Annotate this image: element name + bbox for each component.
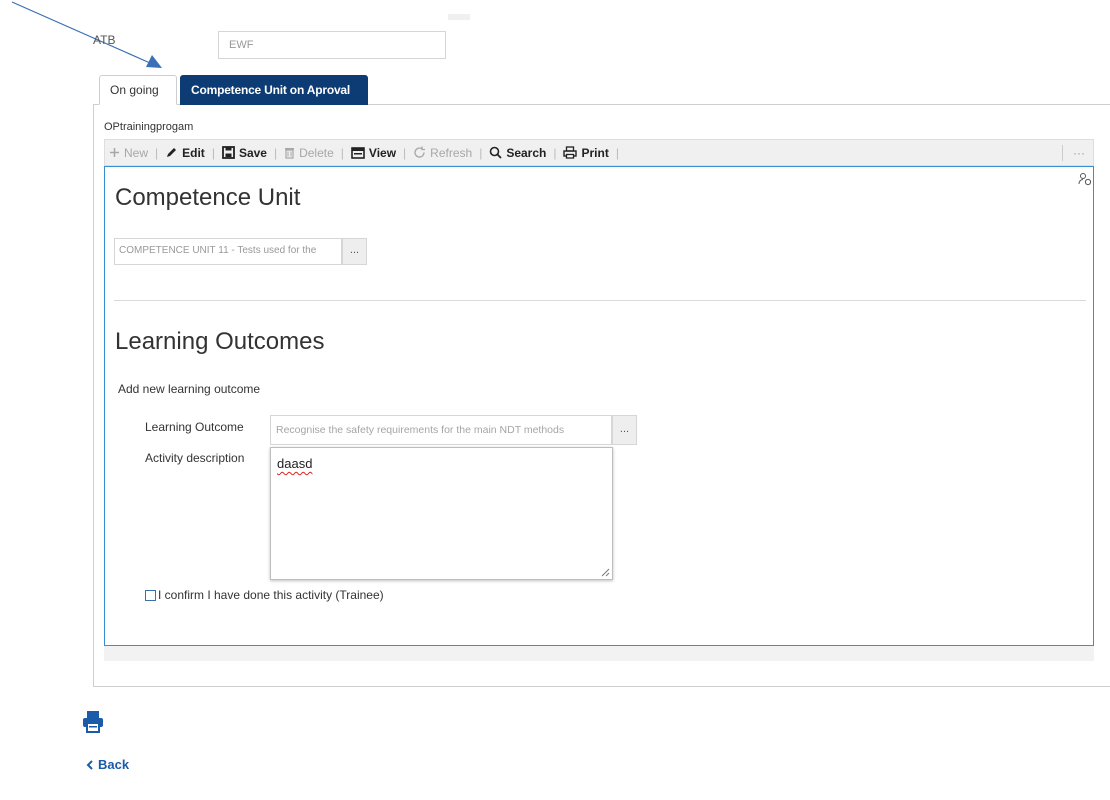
- refresh-button[interactable]: Refresh: [409, 146, 476, 160]
- learning-outcome-field[interactable]: Recognise the safety requirements for th…: [270, 415, 612, 445]
- refresh-label: Refresh: [430, 145, 473, 160]
- floppy-disk-icon: [222, 146, 235, 159]
- section-divider: [114, 300, 1086, 301]
- delete-label: Delete: [299, 145, 334, 160]
- window-icon: [351, 146, 365, 159]
- atb-input[interactable]: EWF: [218, 31, 446, 59]
- plus-icon: [110, 148, 119, 157]
- magnifier-icon: [490, 146, 502, 159]
- confirm-activity-checkbox[interactable]: [145, 589, 156, 601]
- new-label: New: [124, 145, 149, 160]
- toolbar-separator: |: [615, 145, 619, 160]
- learning-outcomes-heading: Learning Outcomes: [115, 328, 325, 355]
- atb-label: ATB: [93, 33, 116, 47]
- user-settings-icon[interactable]: [1078, 172, 1092, 189]
- learning-outcome-lookup-button[interactable]: ...: [612, 415, 637, 445]
- view-label: View: [368, 145, 397, 160]
- activity-description-textarea[interactable]: daasd: [270, 447, 613, 580]
- refresh-icon: [414, 146, 426, 158]
- tab-on-going[interactable]: On going: [99, 75, 177, 105]
- competence-unit-lookup-button[interactable]: ...: [342, 238, 367, 265]
- add-learning-outcome-label: Add new learning outcome: [118, 382, 261, 396]
- edit-label: Edit: [182, 145, 205, 160]
- pencil-icon: [167, 148, 177, 157]
- user-settings-glyph: [1078, 173, 1092, 186]
- toolbar-separator: |: [340, 145, 344, 160]
- competence-unit-heading: Competence Unit: [115, 184, 301, 211]
- back-link[interactable]: Back: [86, 757, 129, 772]
- more-actions-button[interactable]: ···: [1062, 144, 1093, 161]
- confirm-activity-row: I confirm I have done this activity (Tra…: [145, 588, 384, 602]
- panel-footer-bar: [104, 645, 1094, 661]
- toolbar-separator: |: [155, 145, 159, 160]
- tab-competence-unit-on-approval[interactable]: Competence Unit on Aproval: [180, 75, 368, 105]
- printer-icon: [83, 711, 103, 733]
- edit-button[interactable]: Edit: [161, 146, 209, 160]
- print-button[interactable]: Print: [559, 146, 612, 160]
- print-page-button[interactable]: [82, 710, 104, 739]
- new-button[interactable]: New: [105, 146, 152, 160]
- back-label: Back: [98, 757, 130, 772]
- view-button[interactable]: View: [347, 146, 400, 160]
- confirm-activity-label: I confirm I have done this activity (Tra…: [158, 588, 384, 602]
- save-button[interactable]: Save: [218, 146, 271, 160]
- entity-name: OPtrainingprogam: [104, 121, 194, 133]
- scroll-indicator: [448, 14, 470, 20]
- search-label: Search: [506, 145, 547, 160]
- toolbar-separator: |: [273, 145, 278, 160]
- more-label: ···: [1073, 145, 1085, 160]
- chevron-left-icon: [86, 759, 93, 770]
- trash-icon: [285, 148, 295, 159]
- save-label: Save: [238, 145, 267, 160]
- toolbar-separator: |: [211, 145, 215, 160]
- resize-grip-icon[interactable]: [601, 568, 610, 577]
- toolbar-separator: |: [403, 145, 407, 160]
- toolbar-separator: |: [479, 145, 483, 160]
- competence-unit-field[interactable]: COMPETENCE UNIT 11 - Tests used for the: [114, 238, 342, 265]
- toolbar-separator: |: [553, 145, 557, 160]
- annotation-arrow: [11, 1, 162, 68]
- printer-icon: [563, 146, 578, 159]
- print-label: Print: [581, 145, 609, 160]
- activity-description-label: Activity description: [145, 451, 245, 465]
- activity-description-text: daasd: [277, 456, 313, 471]
- toolbar: New | Edit | Save | Delete | View | Refr…: [104, 139, 1094, 166]
- learning-outcome-label: Learning Outcome: [145, 420, 244, 434]
- delete-button[interactable]: Delete: [280, 146, 338, 160]
- search-button[interactable]: Search: [485, 146, 550, 160]
